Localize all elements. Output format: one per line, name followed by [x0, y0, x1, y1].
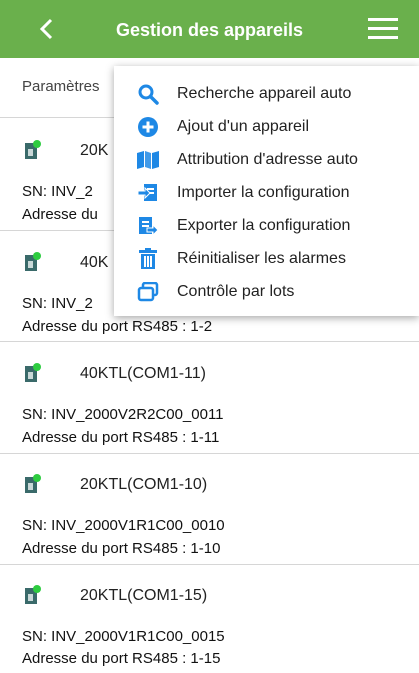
device-sn: SN: INV_2 [22, 295, 93, 312]
trash-icon [136, 248, 160, 270]
device-address: Adresse du port RS485 : 1-15 [22, 650, 221, 667]
device-name: 40K [80, 254, 109, 271]
divider [0, 564, 419, 565]
params-label[interactable]: Paramètres [22, 78, 100, 95]
menu-item-label: Réinitialiser les alarmes [177, 250, 346, 267]
device-sn: SN: INV_2000V2R2C00_0011 [22, 406, 224, 423]
device-name: 20KTL(COM1-15) [80, 587, 208, 604]
batch-icon [136, 281, 160, 303]
device-name: 40KTL(COM1-11) [80, 365, 206, 382]
divider [0, 341, 419, 342]
menu-item-export-config[interactable]: Exporter la configuration [114, 210, 419, 242]
menu-item-label: Attribution d'adresse auto [177, 151, 358, 168]
inverter-icon [25, 252, 41, 271]
inverter-icon [25, 140, 41, 159]
options-dropdown: Recherche appareil auto Ajout d'un appar… [114, 66, 419, 316]
export-icon [136, 215, 160, 237]
menu-item-reset-alarms[interactable]: Réinitialiser les alarmes [114, 243, 419, 275]
menu-item-batch-control[interactable]: Contrôle par lots [114, 276, 419, 308]
inverter-icon [25, 585, 41, 604]
device-address: Adresse du [22, 206, 98, 223]
device-sn: SN: INV_2000V1R1C00_0010 [22, 517, 225, 534]
menu-item-auto-search[interactable]: Recherche appareil auto [114, 78, 419, 110]
menu-icon-bar [368, 36, 398, 39]
menu-item-add-device[interactable]: Ajout d'un appareil [114, 111, 419, 143]
menu-icon-bar [368, 18, 398, 21]
menu-item-label: Importer la configuration [177, 184, 350, 201]
menu-item-label: Exporter la configuration [177, 217, 351, 234]
device-sn: SN: INV_2000V1R1C00_0015 [22, 628, 225, 645]
map-icon [136, 149, 160, 171]
menu-item-import-config[interactable]: Importer la configuration [114, 177, 419, 209]
menu-icon-bar [368, 27, 398, 30]
device-name: 20K [80, 142, 109, 159]
inverter-icon [25, 363, 41, 382]
device-name: 20KTL(COM1-10) [80, 476, 208, 493]
menu-item-label: Contrôle par lots [177, 283, 295, 300]
hamburger-menu-button[interactable] [368, 18, 402, 42]
add-circle-icon [136, 116, 160, 138]
device-address: Adresse du port RS485 : 1-10 [22, 540, 221, 557]
page-title: Gestion des appareils [115, 20, 304, 40]
import-icon [136, 182, 160, 204]
menu-item-label: Recherche appareil auto [177, 85, 352, 102]
device-sn: SN: INV_2 [22, 183, 93, 200]
divider [0, 453, 419, 454]
device-address: Adresse du port RS485 : 1-11 [22, 429, 220, 446]
menu-item-label: Ajout d'un appareil [177, 118, 310, 135]
menu-item-auto-address[interactable]: Attribution d'adresse auto [114, 144, 419, 176]
inverter-icon [25, 474, 41, 493]
device-address: Adresse du port RS485 : 1-2 [22, 318, 213, 335]
app-header: Gestion des appareils [0, 0, 419, 58]
search-icon [136, 83, 160, 105]
